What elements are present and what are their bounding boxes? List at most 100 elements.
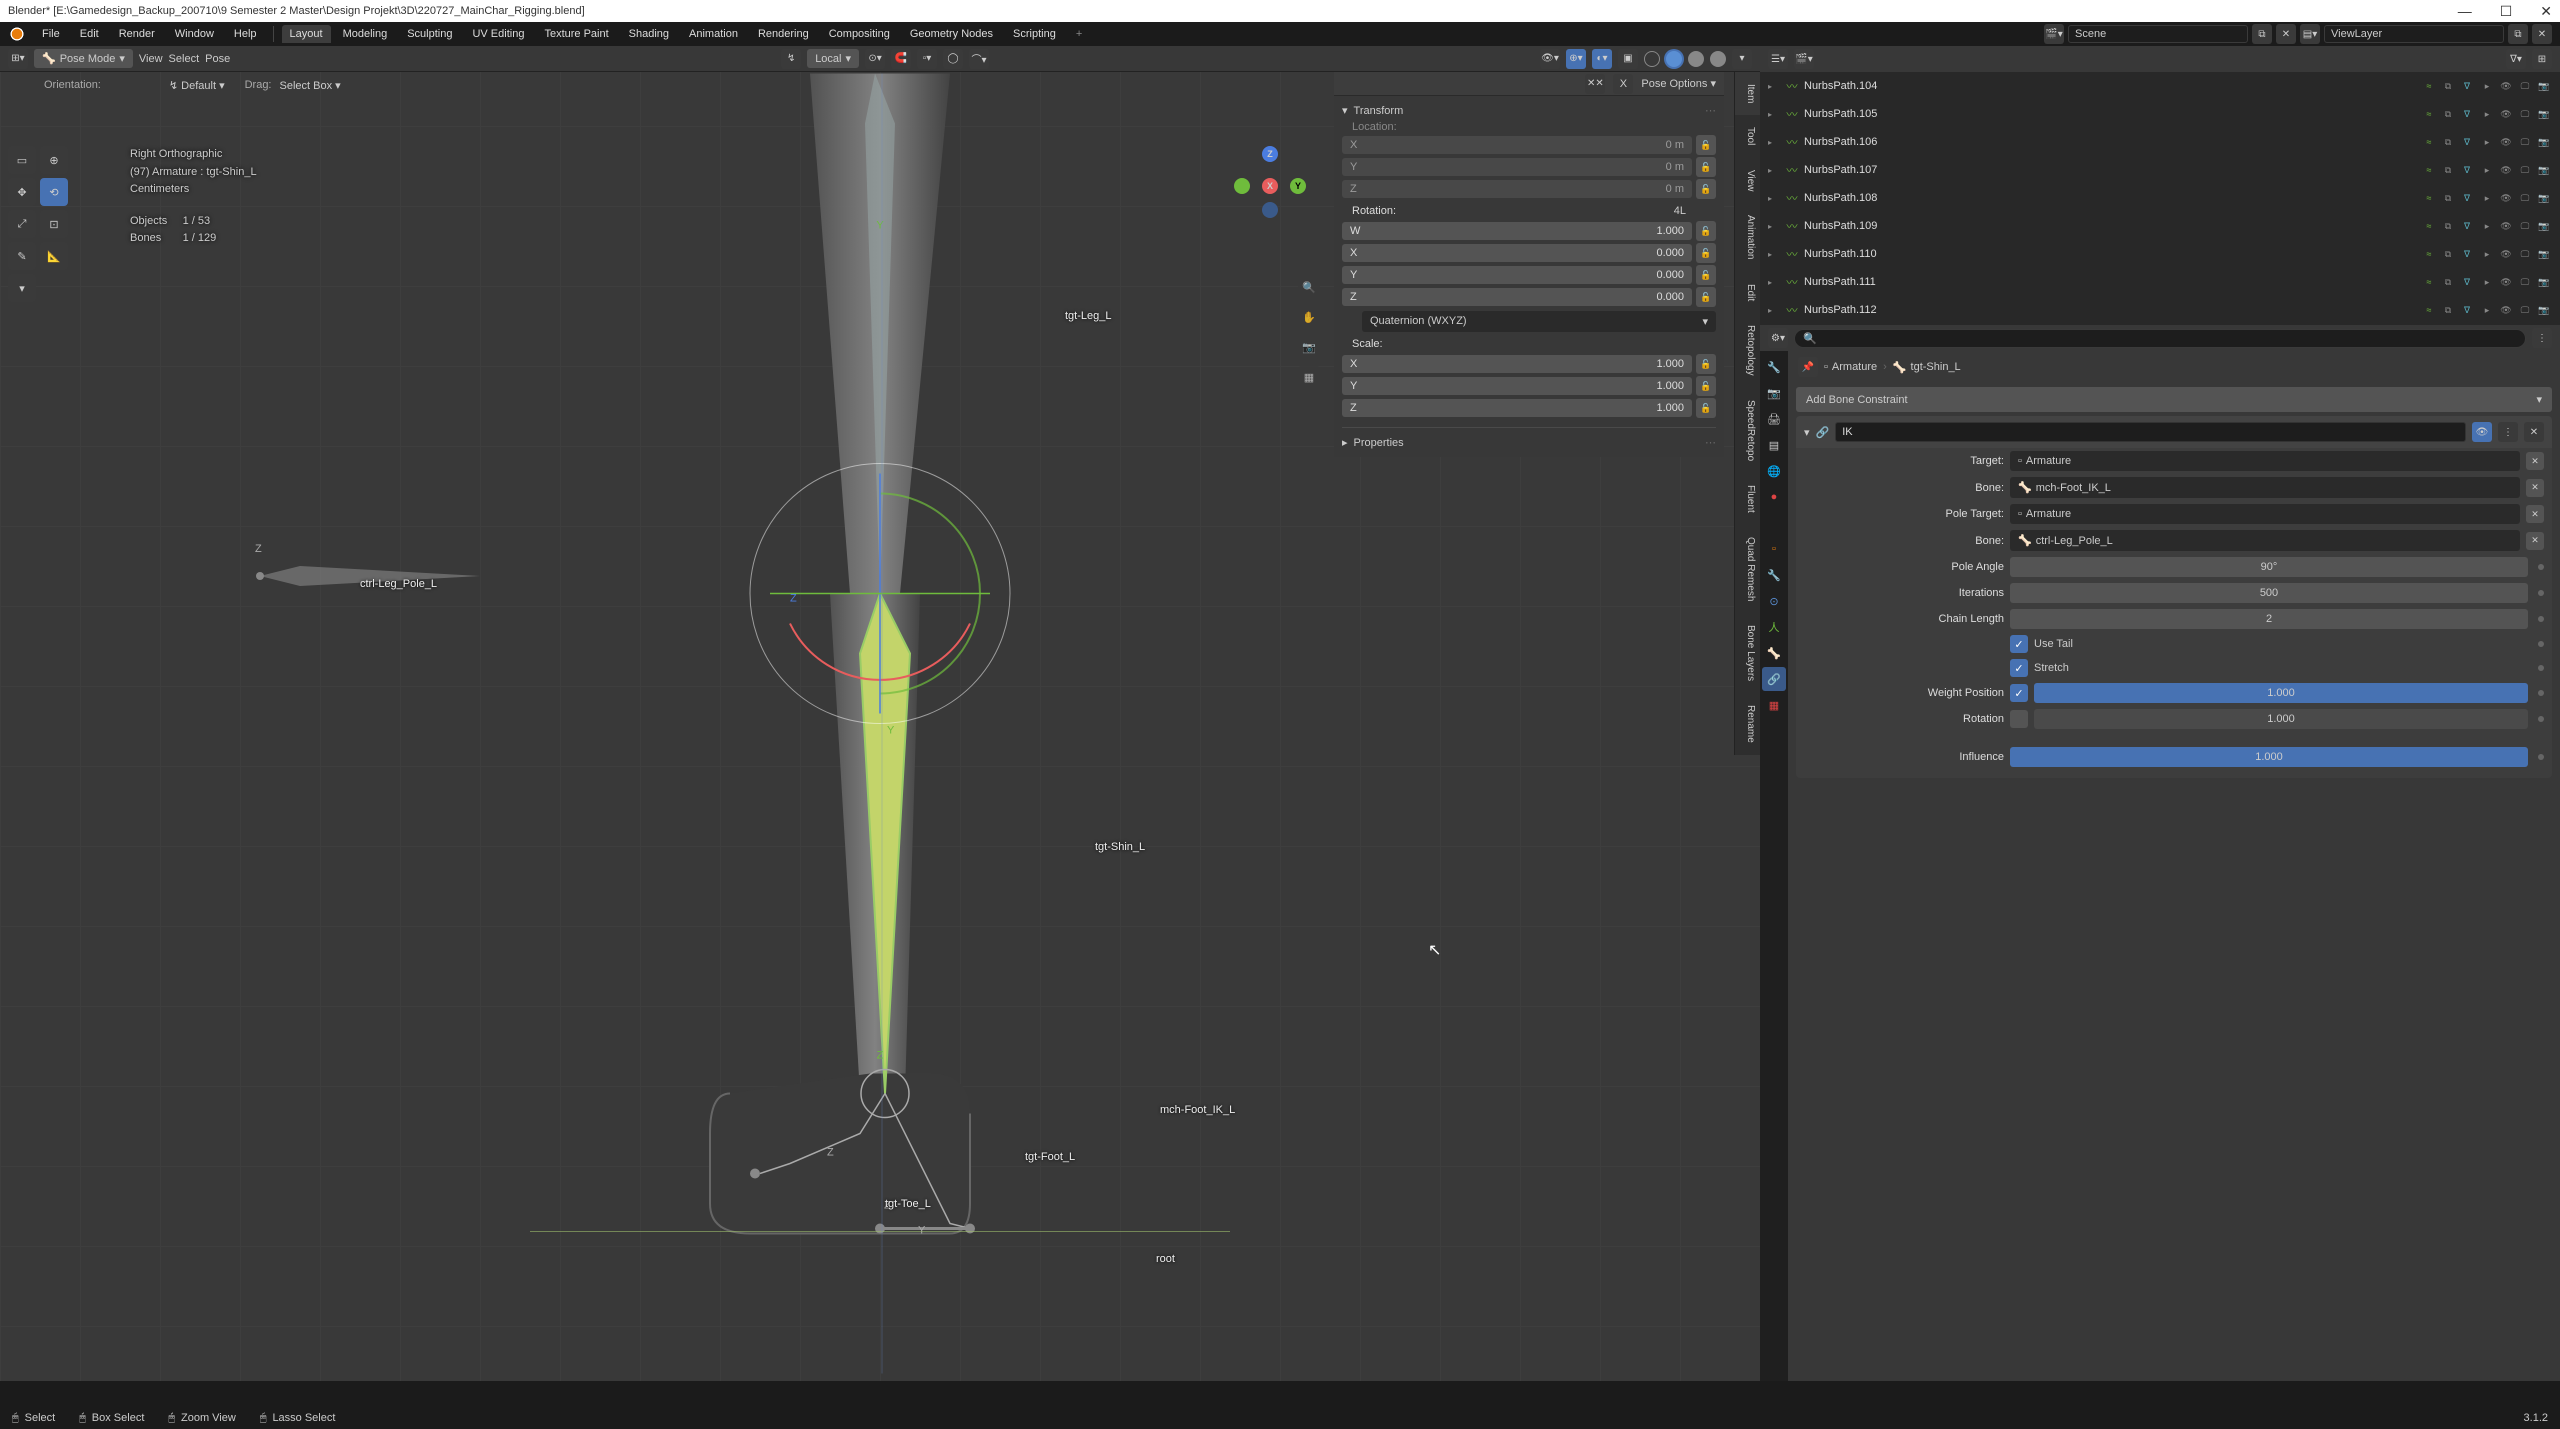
- orientation-select[interactable]: Local ▾: [807, 49, 859, 68]
- blender-logo-icon[interactable]: [8, 25, 26, 43]
- tool-more[interactable]: ▾: [8, 274, 36, 302]
- menu-render[interactable]: Render: [111, 25, 163, 43]
- ptab-blank1[interactable]: [1762, 511, 1786, 535]
- tab-uvediting[interactable]: UV Editing: [464, 25, 532, 43]
- ntab-fluent[interactable]: Fluent: [1734, 473, 1760, 525]
- ntab-tool[interactable]: Tool: [1734, 115, 1760, 157]
- proportional-icon[interactable]: ◯: [943, 49, 963, 69]
- ptab-tool[interactable]: 🔧: [1762, 355, 1786, 379]
- orientation-icon[interactable]: ↯: [781, 49, 801, 69]
- outliner-item[interactable]: ▸ 〰 NurbsPath.105 ≈ ⧉ ∇ ▸ 👁 🖵 📷: [1760, 100, 2560, 128]
- outliner-item[interactable]: ▸ 〰 NurbsPath.110 ≈ ⧉ ∇ ▸ 👁 🖵 📷: [1760, 240, 2560, 268]
- nav-gizmo[interactable]: Z X Y: [1230, 146, 1310, 226]
- select-toggle-icon[interactable]: ▸: [2479, 78, 2495, 94]
- axis-y-icon[interactable]: Y: [1290, 178, 1306, 194]
- ptab-physics[interactable]: ⊙: [1762, 589, 1786, 613]
- hide-toggle-icon[interactable]: 👁: [2498, 246, 2514, 262]
- lock-loc-y-icon[interactable]: 🔓: [1696, 157, 1716, 177]
- ptarget-field[interactable]: ▫ Armature: [2010, 504, 2520, 524]
- viewport-3d[interactable]: ⊞▾ 🦴 Pose Mode ▾ View Select Pose ↯ Loca…: [0, 46, 1760, 1381]
- expand-icon[interactable]: ▸: [1768, 306, 1780, 315]
- tab-scripting[interactable]: Scripting: [1005, 25, 1064, 43]
- restrict-icon[interactable]: ⧉: [2440, 78, 2456, 94]
- restrict-icon[interactable]: ⧉: [2440, 274, 2456, 290]
- select-toggle-icon[interactable]: ▸: [2479, 302, 2495, 318]
- anim-dot-icon[interactable]: [2538, 641, 2544, 647]
- tab-layout[interactable]: Layout: [282, 25, 331, 43]
- constraint-delete-icon[interactable]: ✕: [2524, 422, 2544, 442]
- ptab-data[interactable]: 🦴: [1762, 641, 1786, 665]
- properties-header[interactable]: ▸ Properties⋯: [1342, 432, 1716, 453]
- render-toggle-icon[interactable]: 📷: [2536, 78, 2552, 94]
- camera-icon[interactable]: 📷: [1298, 336, 1320, 358]
- expand-icon[interactable]: ▸: [1768, 278, 1780, 287]
- rotc-slider[interactable]: 1.000: [2034, 709, 2528, 729]
- shading-solid-icon[interactable]: [1666, 51, 1682, 67]
- target-field[interactable]: ▫ Armature: [2010, 451, 2520, 471]
- outliner-mode-icon[interactable]: 🎬▾: [1794, 49, 1814, 69]
- stretch-checkbox[interactable]: ✓: [2010, 659, 2028, 677]
- bone-clear-icon[interactable]: ✕: [2526, 479, 2544, 497]
- collapse-icon[interactable]: ▾: [1804, 426, 1810, 439]
- disable-toggle-icon[interactable]: 🖵: [2517, 106, 2533, 122]
- anim-dot-icon[interactable]: [2538, 616, 2544, 622]
- proportional-type-icon[interactable]: ⌒▾: [969, 49, 989, 69]
- anim-dot-icon[interactable]: [2538, 716, 2544, 722]
- render-toggle-icon[interactable]: 📷: [2536, 134, 2552, 150]
- pin-icon[interactable]: 📌: [1798, 357, 1818, 377]
- pbone-field[interactable]: 🦴 ctrl-Leg_Pole_L: [2010, 530, 2520, 551]
- tab-add[interactable]: +: [1068, 25, 1090, 43]
- select-toggle-icon[interactable]: ▸: [2479, 218, 2495, 234]
- disable-toggle-icon[interactable]: 🖵: [2517, 218, 2533, 234]
- scene-copy-icon[interactable]: ⧉: [2252, 24, 2272, 44]
- rot-x[interactable]: 0.000: [1656, 247, 1684, 259]
- axis-z-icon[interactable]: Z: [1262, 146, 1278, 162]
- ntab-item[interactable]: Item: [1734, 72, 1760, 115]
- lock-loc-z-icon[interactable]: 🔓: [1696, 179, 1716, 199]
- add-constraint-button[interactable]: Add Bone Constraint▾: [1796, 387, 2552, 412]
- mesh-icon[interactable]: ≈: [2421, 302, 2437, 318]
- mesh-icon[interactable]: ≈: [2421, 134, 2437, 150]
- rot-z[interactable]: 0.000: [1656, 291, 1684, 303]
- lock-rot-x-icon[interactable]: 🔓: [1696, 243, 1716, 263]
- modifier-icon[interactable]: ∇: [2459, 218, 2475, 234]
- expand-icon[interactable]: ▸: [1768, 82, 1780, 91]
- ptab-output[interactable]: 🖨: [1762, 407, 1786, 431]
- disable-toggle-icon[interactable]: 🖵: [2517, 274, 2533, 290]
- restrict-icon[interactable]: ⧉: [2440, 134, 2456, 150]
- render-toggle-icon[interactable]: 📷: [2536, 246, 2552, 262]
- lock-rot-z-icon[interactable]: 🔓: [1696, 287, 1716, 307]
- viewlayer-add-icon[interactable]: ⧉: [2508, 24, 2528, 44]
- render-toggle-icon[interactable]: 📷: [2536, 190, 2552, 206]
- tab-shading[interactable]: Shading: [621, 25, 677, 43]
- ntab-animation[interactable]: Animation: [1734, 203, 1760, 271]
- props-type-icon[interactable]: ⚙▾: [1768, 328, 1788, 348]
- restrict-icon[interactable]: ⧉: [2440, 162, 2456, 178]
- tool-transform[interactable]: ⊡: [40, 210, 68, 238]
- expand-icon[interactable]: ▸: [1768, 222, 1780, 231]
- shading-render-icon[interactable]: [1710, 51, 1726, 67]
- bc-armature[interactable]: ▫ Armature: [1824, 361, 1877, 373]
- mesh-icon[interactable]: ≈: [2421, 190, 2437, 206]
- disable-toggle-icon[interactable]: 🖵: [2517, 78, 2533, 94]
- constraint-extras-icon[interactable]: ⋮: [2498, 422, 2518, 442]
- orientation-default[interactable]: ↯ Default ▾: [169, 79, 225, 92]
- loc-x[interactable]: 0 m: [1666, 139, 1684, 151]
- ptab-modifier[interactable]: 🔧: [1762, 563, 1786, 587]
- outliner-item[interactable]: ▸ 〰 NurbsPath.112 ≈ ⧉ ∇ ▸ 👁 🖵 📷: [1760, 296, 2560, 324]
- axis-neg-z-icon[interactable]: [1262, 202, 1278, 218]
- zoom-icon[interactable]: 🔍: [1298, 276, 1320, 298]
- constraint-eye-icon[interactable]: 👁: [2472, 422, 2492, 442]
- modifier-icon[interactable]: ∇: [2459, 190, 2475, 206]
- restrict-icon[interactable]: ⧉: [2440, 190, 2456, 206]
- tab-compositing[interactable]: Compositing: [821, 25, 898, 43]
- select-toggle-icon[interactable]: ▸: [2479, 106, 2495, 122]
- anim-dot-icon[interactable]: [2538, 690, 2544, 696]
- infl-slider[interactable]: 1.000: [2010, 747, 2528, 767]
- tool-cursor[interactable]: ⊕: [40, 146, 68, 174]
- maximize-icon[interactable]: ☐: [2500, 3, 2513, 20]
- ntab-retopology[interactable]: Retopology: [1734, 313, 1760, 388]
- tab-rendering[interactable]: Rendering: [750, 25, 817, 43]
- tab-sculpting[interactable]: Sculpting: [399, 25, 460, 43]
- select-toggle-icon[interactable]: ▸: [2479, 162, 2495, 178]
